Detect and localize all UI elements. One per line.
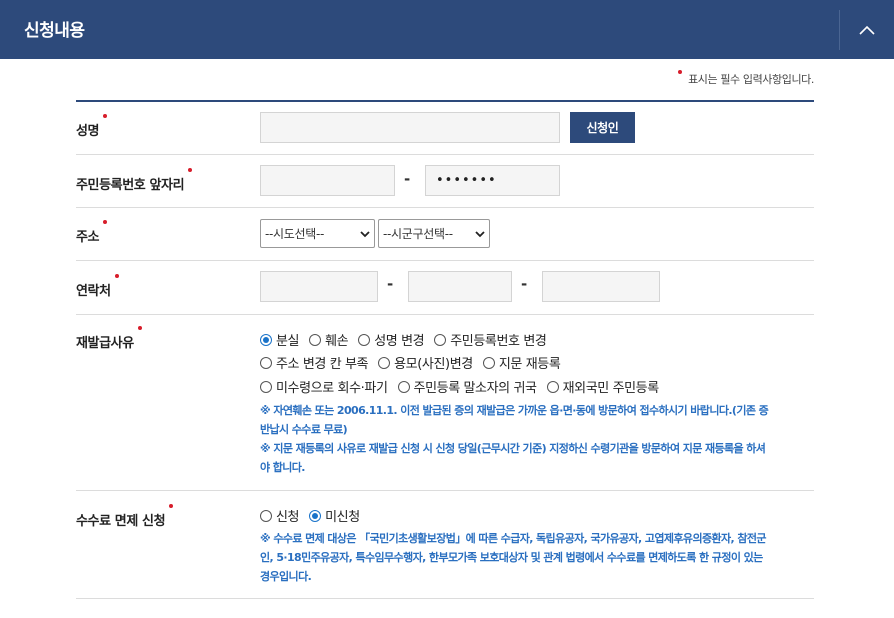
fee-note-line: ※ 수수료 면제 대상은 「국민기초생활보장법」에 따른 수급자, 독립유공자,… xyxy=(260,532,767,545)
fee-exemption-label: 수수료 면제 신청 xyxy=(76,504,174,529)
reason-label-text: 재발급사유 xyxy=(76,336,134,351)
reason-option-photo-change[interactable]: 용모(사진)변경 xyxy=(378,353,473,372)
fee-exemption-label-text: 수수료 면제 신청 xyxy=(76,514,166,529)
sido-select[interactable]: --시도선택-- xyxy=(260,219,375,248)
reason-option-fingerprint[interactable]: 지문 재등록 xyxy=(482,353,561,372)
applicant-button[interactable]: 신청인 xyxy=(570,112,635,143)
reason-option-overseas[interactable]: 재외국민 주민등록 xyxy=(546,377,660,396)
name-row: 성명 신청인 xyxy=(76,102,814,155)
radio-unchecked-icon xyxy=(260,356,272,369)
address-label: 주소 xyxy=(76,220,108,245)
contact-row: 연락처 - - xyxy=(76,261,814,315)
chevron-down-icon xyxy=(360,231,370,238)
fee-note-line: 인, 5·18민주유공자, 특수임무수행자, 한부모가족 보호대상자 및 관계 … xyxy=(260,551,763,564)
contact-separator-2: - xyxy=(521,275,528,293)
reason-option-damaged[interactable]: 훼손 xyxy=(309,330,349,349)
reason-note: ※ 자연훼손 또는 2006.11.1. 이전 발급된 증의 재발급은 가까운 … xyxy=(260,401,816,477)
required-dot-icon xyxy=(137,326,142,330)
required-note-text: 표시는 필수 입력사항입니다. xyxy=(688,73,814,86)
reason-row: 재발급사유 분실 훼손 성명 변경 주민등록번호 변경 주소 변경 칸 부족 용… xyxy=(76,315,814,491)
reason-note-line: ※ 자연훼손 또는 2006.11.1. 이전 발급된 증의 재발급은 가까운 … xyxy=(260,404,769,417)
name-label-text: 성명 xyxy=(76,124,100,139)
fee-option-apply[interactable]: 신청 xyxy=(260,506,300,525)
reason-option-name-change[interactable]: 성명 변경 xyxy=(358,330,425,349)
reason-option-label: 주소 변경 칸 부족 xyxy=(276,357,369,372)
reason-option-rrn-change[interactable]: 주민등록번호 변경 xyxy=(434,330,547,349)
required-dot-icon xyxy=(114,274,119,278)
contact-label: 연락처 xyxy=(76,274,119,299)
radio-unchecked-icon xyxy=(358,333,371,346)
radio-unchecked-icon xyxy=(482,356,495,369)
radio-unchecked-icon xyxy=(378,356,391,369)
radio-unchecked-icon xyxy=(434,333,447,346)
contact-label-text: 연락처 xyxy=(76,284,111,299)
sigungu-select[interactable]: --시군구선택-- xyxy=(378,219,490,248)
fee-exemption-row: 수수료 면제 신청 신청 미신청 ※ 수수료 면제 대상은 「국민기초생활보장법… xyxy=(76,491,814,599)
reason-option-label: 주민등록 말소자의 귀국 xyxy=(413,381,537,396)
radio-unchecked-icon xyxy=(260,509,272,522)
required-dot-icon xyxy=(103,220,108,224)
name-label: 성명 xyxy=(76,114,108,139)
radio-checked-icon xyxy=(309,509,322,522)
radio-unchecked-icon xyxy=(309,333,322,346)
sigungu-select-value: --시군구선택-- xyxy=(383,227,453,241)
reason-note-line: 야 합니다. xyxy=(260,461,305,474)
rrn-label: 주민등록번호 앞자리 xyxy=(76,168,193,193)
reason-note-line: ※ 지문 재등록의 사유로 재발급 신청 시 신청 당일(근무시간 기준) 지정… xyxy=(260,442,766,455)
reason-option-label: 지문 재등록 xyxy=(498,357,561,372)
fee-option-label: 신청 xyxy=(276,510,300,525)
reason-option-lost[interactable]: 분실 xyxy=(260,330,300,349)
rrn-label-text: 주민등록번호 앞자리 xyxy=(76,178,185,193)
contact-part3-input[interactable] xyxy=(542,271,660,302)
reason-option-label: 분실 xyxy=(276,334,300,349)
required-dot-icon xyxy=(188,168,193,172)
required-dot-icon xyxy=(169,504,174,508)
fee-option-label: 미신청 xyxy=(325,510,360,525)
rrn-front-input[interactable] xyxy=(260,165,395,196)
rrn-back-input[interactable] xyxy=(425,165,560,196)
chevron-down-icon xyxy=(475,231,485,238)
radio-unchecked-icon xyxy=(546,380,559,393)
rrn-row: 주민등록번호 앞자리 - xyxy=(76,155,814,208)
reason-note-line: 반납시 수수료 무료) xyxy=(260,423,348,436)
fee-exemption-note: ※ 수수료 면제 대상은 「국민기초생활보장법」에 따른 수급자, 독립유공자,… xyxy=(260,529,816,586)
sido-select-value: --시도선택-- xyxy=(265,227,325,241)
reason-option-label: 용모(사진)변경 xyxy=(394,357,473,372)
section-title: 신청내용 xyxy=(24,21,85,41)
reason-option-unclaimed[interactable]: 미수령으로 회수·파기 xyxy=(260,377,388,396)
reason-option-label: 재외국민 주민등록 xyxy=(562,381,660,396)
reason-option-label: 미수령으로 회수·파기 xyxy=(276,381,388,396)
applicant-button-label: 신청인 xyxy=(586,121,619,135)
reason-option-label: 주민등록번호 변경 xyxy=(450,334,547,349)
radio-unchecked-icon xyxy=(260,380,272,393)
fee-note-line: 경우입니다. xyxy=(260,570,312,583)
reason-label: 재발급사유 xyxy=(76,326,142,351)
required-dot-icon xyxy=(103,114,108,118)
chevron-up-icon xyxy=(859,25,875,35)
reason-option-return[interactable]: 주민등록 말소자의 귀국 xyxy=(397,377,537,396)
required-note: 표시는 필수 입력사항입니다. xyxy=(678,70,814,87)
fee-exemption-options: 신청 미신청 xyxy=(260,506,370,525)
reason-options-line-3: 미수령으로 회수·파기 주민등록 말소자의 귀국 재외국민 주민등록 xyxy=(260,377,669,396)
collapse-button[interactable] xyxy=(840,0,894,59)
reason-options-line-2: 주소 변경 칸 부족 용모(사진)변경 지문 재등록 xyxy=(260,353,570,372)
contact-separator-1: - xyxy=(387,275,394,293)
address-label-text: 주소 xyxy=(76,230,100,245)
reason-option-address-space[interactable]: 주소 변경 칸 부족 xyxy=(260,353,369,372)
contact-part1-input[interactable] xyxy=(260,271,378,302)
reason-option-label: 성명 변경 xyxy=(374,334,425,349)
reason-option-label: 훼손 xyxy=(325,334,349,349)
rrn-separator: - xyxy=(404,170,411,188)
section-header: 신청내용 xyxy=(0,0,894,59)
radio-checked-icon xyxy=(260,333,272,346)
required-dot-icon xyxy=(678,70,683,74)
contact-part2-input[interactable] xyxy=(408,271,512,302)
reason-options-line-1: 분실 훼손 성명 변경 주민등록번호 변경 xyxy=(260,330,556,349)
name-input[interactable] xyxy=(260,112,560,143)
address-row: 주소 --시도선택-- --시군구선택-- xyxy=(76,208,814,261)
fee-option-not-apply[interactable]: 미신청 xyxy=(309,506,360,525)
radio-unchecked-icon xyxy=(397,380,410,393)
